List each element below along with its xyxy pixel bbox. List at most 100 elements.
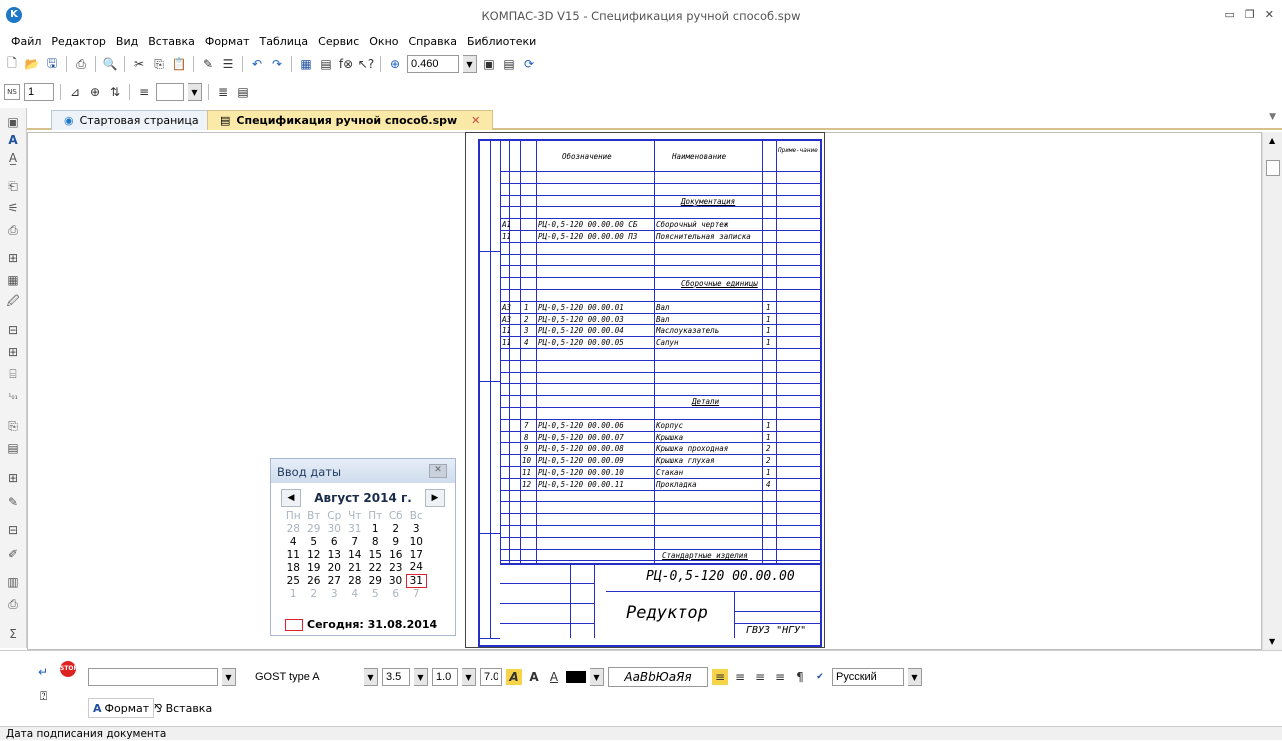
- help-pointer-icon[interactable]: ↖?: [358, 56, 374, 72]
- row-add-icon[interactable]: ⊞: [5, 250, 21, 266]
- calendar-day[interactable]: 31: [345, 522, 366, 535]
- paste-icon[interactable]: 📋: [171, 56, 187, 72]
- calendar-day[interactable]: 5: [365, 587, 386, 600]
- calendar-day[interactable]: 3: [406, 522, 427, 535]
- calendar-day[interactable]: 10: [406, 535, 427, 548]
- height-dropdown-icon[interactable]: ▼: [414, 668, 428, 686]
- style-select-arrow-icon[interactable]: ▼: [222, 668, 236, 686]
- paragraph-icon[interactable]: ¶: [792, 669, 808, 685]
- copy-icon[interactable]: ⎘: [151, 56, 167, 72]
- color-swatch[interactable]: [566, 671, 586, 683]
- refresh-icon[interactable]: ⟳: [521, 56, 537, 72]
- scroll-up-icon[interactable]: ▲: [1269, 136, 1275, 145]
- menu-libraries[interactable]: Библиотеки: [462, 35, 541, 48]
- tab-start-page[interactable]: ◉ Стартовая страница: [51, 110, 212, 130]
- menu-format[interactable]: Формат: [200, 35, 255, 48]
- row-new-icon[interactable]: ⌸: [5, 366, 21, 382]
- calendar-day[interactable]: 30: [324, 522, 345, 535]
- preview-icon[interactable]: 🔍: [102, 56, 118, 72]
- new-document-icon[interactable]: 🗋: [4, 56, 20, 72]
- date-picker-dialog[interactable]: Ввод даты ✕ ◀ Август 2014 г. ▶ Пн Вт Ср …: [270, 458, 456, 636]
- style-dropdown-icon[interactable]: ▼: [188, 83, 202, 101]
- align-center-icon[interactable]: ≡: [732, 669, 748, 685]
- calendar-day[interactable]: 12: [304, 548, 325, 561]
- calendar-day[interactable]: 7: [406, 587, 427, 600]
- calendar-day[interactable]: 4: [345, 587, 366, 600]
- page-icon[interactable]: ▤: [235, 84, 251, 100]
- section-icon[interactable]: ⚟: [5, 200, 21, 216]
- scroll-down-icon[interactable]: ▼: [1269, 637, 1275, 646]
- edit-sheet-icon[interactable]: ✎: [5, 494, 21, 510]
- height-input[interactable]: [382, 668, 410, 686]
- insert-icon[interactable]: ⎙: [5, 222, 21, 238]
- zoom-window-icon[interactable]: ▤: [501, 56, 517, 72]
- menu-file[interactable]: Файл: [6, 35, 46, 48]
- menu-window[interactable]: Окно: [364, 35, 403, 48]
- cut-icon[interactable]: ✂: [131, 56, 147, 72]
- calendar-day[interactable]: 22: [365, 561, 386, 574]
- calendar-day[interactable]: 30: [386, 574, 407, 587]
- tab-insert[interactable]: ⅋ Вставка: [150, 698, 216, 718]
- italic-icon[interactable]: A: [506, 669, 522, 685]
- spellcheck-icon[interactable]: ✔: [812, 669, 828, 685]
- calendar-day[interactable]: 13: [324, 548, 345, 561]
- calendar-day[interactable]: 6: [386, 587, 407, 600]
- calendar-day[interactable]: 29: [304, 522, 325, 535]
- style-input[interactable]: [156, 83, 184, 101]
- calendar-day[interactable]: 21: [345, 561, 366, 574]
- tab-specification[interactable]: ▤ Спецификация ручной способ.spw ✕: [207, 110, 494, 130]
- calendar-day[interactable]: 7: [345, 535, 366, 548]
- tab-format[interactable]: A Формат: [88, 698, 155, 718]
- calendar-day[interactable]: 3: [324, 587, 345, 600]
- object-icon[interactable]: ⎗: [5, 178, 21, 194]
- calendar-day[interactable]: 19: [304, 561, 325, 574]
- calendar-day[interactable]: 24: [406, 561, 427, 574]
- calendar-day[interactable]: 29: [365, 574, 386, 587]
- doc-edit-icon[interactable]: 🖉: [5, 294, 21, 310]
- stop-icon[interactable]: STOP: [60, 661, 78, 677]
- zoom-icon[interactable]: ⊕: [387, 56, 403, 72]
- style-select[interactable]: [88, 668, 218, 686]
- row-up-icon[interactable]: ⊟: [5, 322, 21, 338]
- today-button[interactable]: Сегодня: 31.08.2014: [285, 618, 437, 631]
- layer-state-icon[interactable]: NS: [4, 84, 20, 100]
- menu-service[interactable]: Сервис: [313, 35, 364, 48]
- underline-icon[interactable]: A: [546, 669, 562, 685]
- ratio-input[interactable]: [432, 668, 458, 686]
- zoom-input[interactable]: [407, 55, 459, 73]
- calendar-day[interactable]: 1: [283, 587, 304, 600]
- justify-icon[interactable]: ≡: [772, 669, 788, 685]
- bold-icon[interactable]: A: [526, 669, 542, 685]
- calendar-day[interactable]: 27: [324, 574, 345, 587]
- calendar-day[interactable]: 18: [283, 561, 304, 574]
- menu-table[interactable]: Таблица: [254, 35, 313, 48]
- calendar-day[interactable]: 11: [283, 548, 304, 561]
- specification-sheet[interactable]: Обозначение Наименование Приме-чание Докуме…: [465, 132, 825, 648]
- calendar-day[interactable]: 16: [386, 548, 407, 561]
- zoom-dropdown-icon[interactable]: ▼: [463, 55, 477, 73]
- calendar-day[interactable]: 4: [283, 535, 304, 548]
- enter-icon[interactable]: ↵: [38, 665, 48, 679]
- numbering-icon[interactable]: ¹₀₁: [5, 388, 21, 404]
- list-icon[interactable]: ☰: [220, 56, 236, 72]
- prev-month-button[interactable]: ◀: [281, 489, 301, 507]
- menu-help[interactable]: Справка: [404, 35, 462, 48]
- calendar-day[interactable]: 2: [304, 587, 325, 600]
- align-right-icon[interactable]: ≡: [752, 669, 768, 685]
- calendar-day[interactable]: 28: [345, 574, 366, 587]
- font-select[interactable]: [252, 668, 360, 686]
- calendar-day[interactable]: 25: [283, 574, 304, 587]
- style-icon[interactable]: ≡: [136, 84, 152, 100]
- close-icon[interactable]: ✕: [1265, 8, 1274, 21]
- minimize-icon[interactable]: ▭: [1225, 8, 1235, 21]
- open-icon[interactable]: 📂: [24, 56, 40, 72]
- link-doc-icon[interactable]: ⎘: [5, 418, 21, 434]
- calendar-day[interactable]: 8: [365, 535, 386, 548]
- menu-view[interactable]: Вид: [111, 35, 143, 48]
- text-icon[interactable]: A: [5, 132, 21, 148]
- line-icon[interactable]: ⊿: [67, 84, 83, 100]
- calendar-day[interactable]: 31: [405, 573, 427, 588]
- print-icon[interactable]: ⎙: [73, 56, 89, 72]
- close-dialog-icon[interactable]: ✕: [429, 464, 447, 478]
- menu-insert[interactable]: Вставка: [143, 35, 200, 48]
